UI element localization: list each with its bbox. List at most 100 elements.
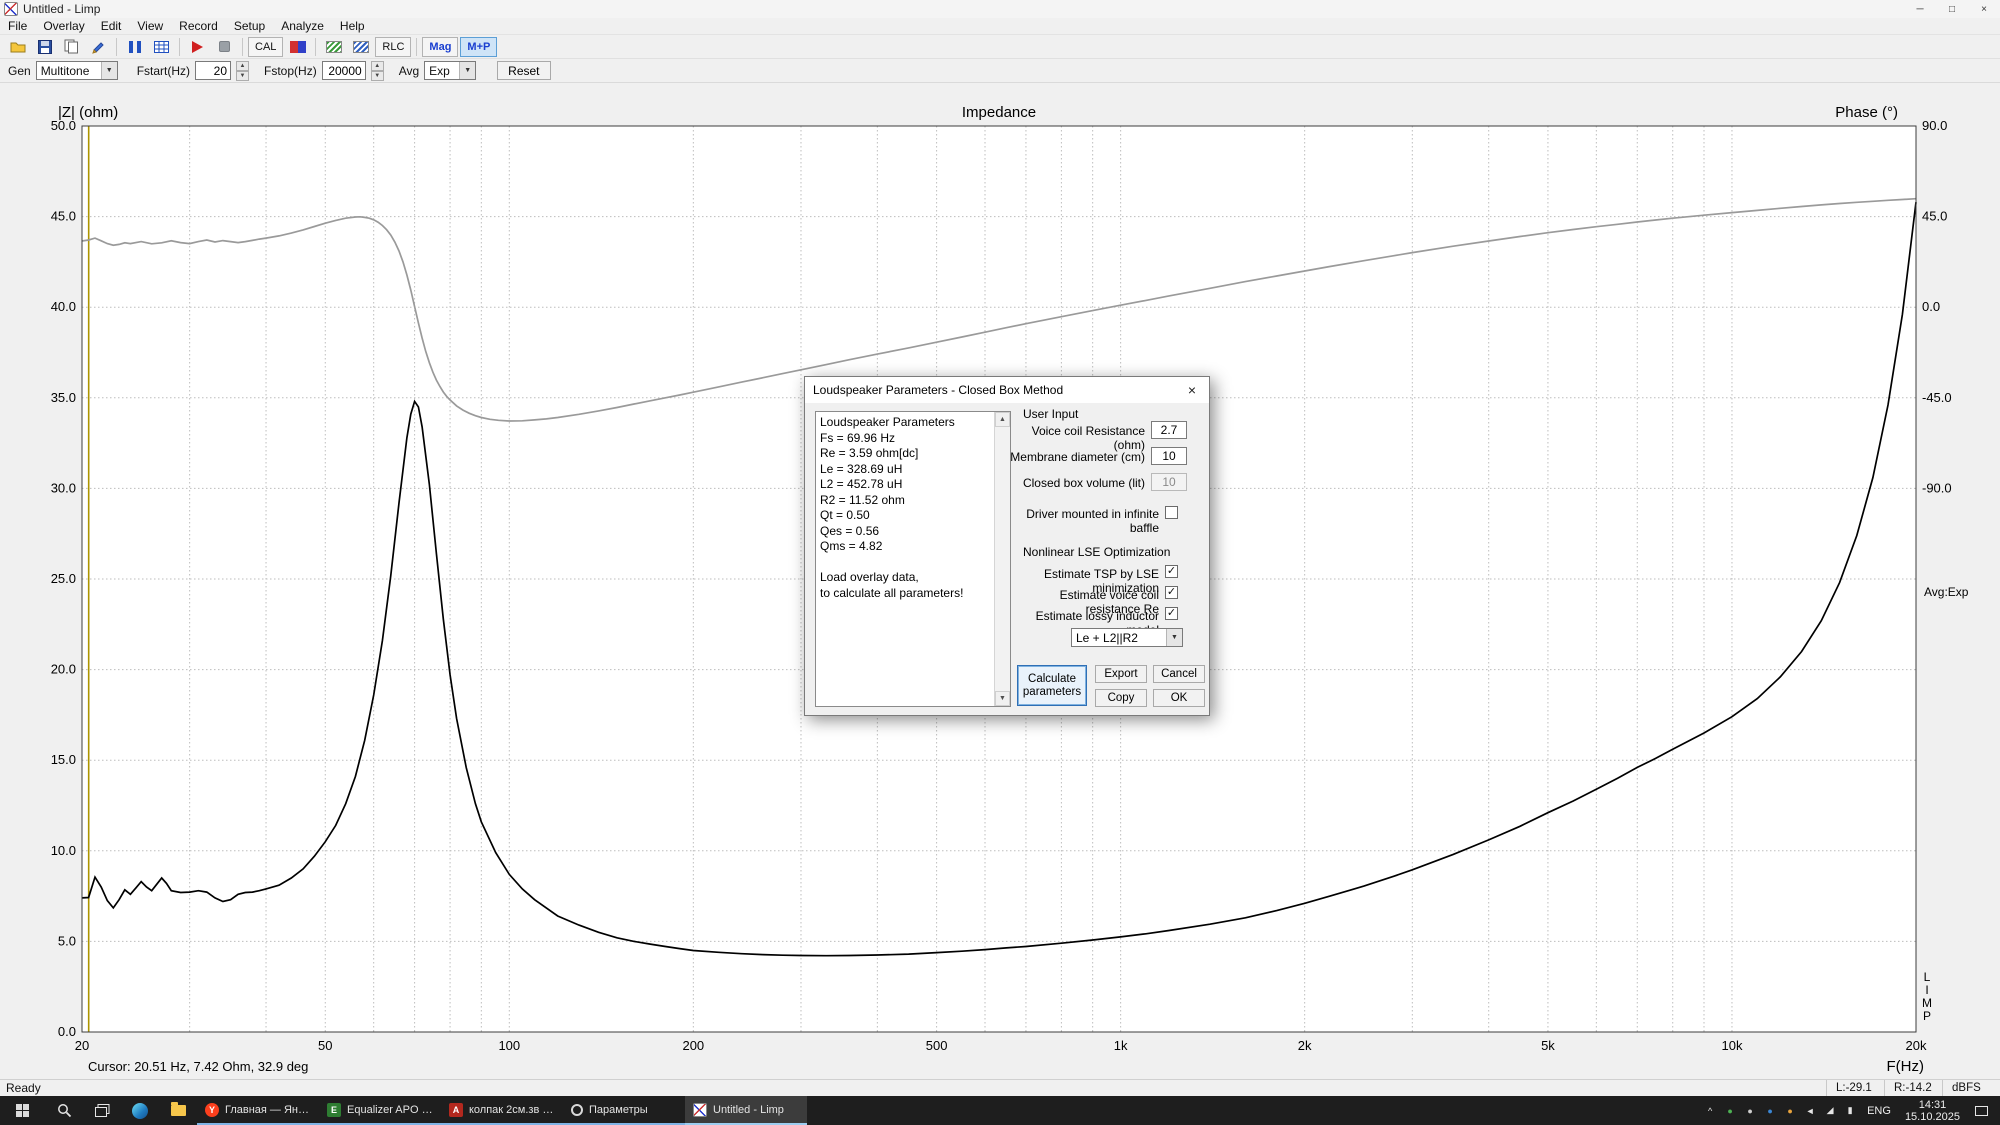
membrane-diameter-input[interactable] <box>1151 447 1187 465</box>
floppy-disk-icon <box>38 40 52 54</box>
battery-icon[interactable]: ▮ <box>1840 1096 1860 1125</box>
tray-icons: ^●●●●◄◢▮ <box>1700 1096 1860 1125</box>
volume-icon[interactable]: ◄ <box>1800 1096 1820 1125</box>
cancel-button[interactable]: Cancel <box>1153 665 1205 683</box>
notification-icon <box>1975 1106 1988 1116</box>
gen-label: Gen <box>8 64 31 78</box>
export-button[interactable]: Export <box>1095 665 1147 683</box>
chevron-down-icon: ▼ <box>101 62 117 79</box>
spin-down-icon[interactable]: ▼ <box>236 71 249 81</box>
open-file-button[interactable] <box>4 36 31 57</box>
parameter-line: to calculate all parameters! <box>820 586 992 602</box>
copy-button[interactable] <box>58 36 85 57</box>
left-axis-tick: 30.0 <box>51 480 76 495</box>
taskbar-app-limp[interactable]: Untitled - Limp <box>685 1096 807 1125</box>
generator-type-select[interactable]: Multitone ▼ <box>36 61 118 80</box>
language-indicator[interactable]: ENG <box>1860 1105 1898 1117</box>
scroll-up-icon[interactable]: ▲ <box>995 412 1010 427</box>
taskbar-app-settings[interactable]: Параметры <box>563 1096 685 1125</box>
averaging-select[interactable]: Exp ▼ <box>424 61 476 80</box>
magnitude-phase-view-button[interactable]: M+P <box>460 37 497 57</box>
system-tray: ^●●●●◄◢▮ ENG 14:31 15.10.2025 <box>1700 1096 2000 1125</box>
fstop-spinner[interactable]: ▲▼ <box>371 61 384 80</box>
action-center-button[interactable] <box>1967 1106 1995 1116</box>
bluetooth-icon[interactable]: ● <box>1760 1096 1780 1125</box>
cloud-icon[interactable]: ● <box>1740 1096 1760 1125</box>
voice-coil-resistance-input[interactable] <box>1151 421 1187 439</box>
fstart-spinner[interactable]: ▲▼ <box>236 61 249 80</box>
arta-icon: A <box>449 1103 463 1117</box>
parameter-line: R2 = 11.52 ohm <box>820 493 992 509</box>
update-icon[interactable]: ● <box>1780 1096 1800 1125</box>
dialog-close-button[interactable]: × <box>1175 377 1209 403</box>
window-titlebar[interactable]: Untitled - Limp ─ □ × <box>0 0 2000 18</box>
taskbar-clock[interactable]: 14:31 15.10.2025 <box>1898 1099 1967 1123</box>
inductor-model-select[interactable]: Le + L2||R2 ▼ <box>1071 628 1183 647</box>
calculate-parameters-button[interactable]: Calculate parameters <box>1017 665 1087 706</box>
maximize-button[interactable]: □ <box>1936 0 1968 18</box>
antivirus-icon[interactable]: ● <box>1720 1096 1740 1125</box>
infinite-baffle-label: Driver mounted in infinite baffle <box>1009 507 1159 535</box>
step-response-button[interactable] <box>347 36 374 57</box>
status-left-level: L:-29.1 <box>1826 1080 1884 1096</box>
menu-view[interactable]: View <box>129 18 171 34</box>
task-view-button[interactable] <box>83 1096 121 1125</box>
left-axis-tick: 25.0 <box>51 571 76 586</box>
minimize-button[interactable]: ─ <box>1904 0 1936 18</box>
desktop: Untitled - Limp ─ □ × FileOverlayEditVie… <box>0 0 2000 1125</box>
spectrum-view-button[interactable] <box>320 36 347 57</box>
menu-edit[interactable]: Edit <box>93 18 130 34</box>
parameters-listbox[interactable]: Loudspeaker ParametersFs = 69.96 HzRe = … <box>815 411 1011 707</box>
fstop-input[interactable] <box>322 61 366 80</box>
menu-overlay[interactable]: Overlay <box>35 18 92 34</box>
ok-button[interactable]: OK <box>1153 689 1205 707</box>
infinite-baffle-checkbox[interactable] <box>1165 506 1178 519</box>
menu-help[interactable]: Help <box>332 18 373 34</box>
left-axis-tick: 10.0 <box>51 843 76 858</box>
toolbar-separator <box>116 38 117 56</box>
estimate-inductor-checkbox[interactable]: ✓ <box>1165 607 1178 620</box>
menu-file[interactable]: File <box>0 18 35 34</box>
x-axis-tick: 50 <box>318 1038 332 1053</box>
scroll-down-icon[interactable]: ▼ <box>995 691 1010 706</box>
fstart-input[interactable] <box>195 61 231 80</box>
pause-button[interactable] <box>121 36 148 57</box>
start-measurement-button[interactable] <box>184 36 211 57</box>
copy-button[interactable]: Copy <box>1095 689 1147 707</box>
spin-up-icon[interactable]: ▲ <box>236 61 249 71</box>
close-button[interactable]: × <box>1968 0 2000 18</box>
stop-icon <box>219 41 230 52</box>
magnitude-view-button[interactable]: Mag <box>422 37 458 57</box>
save-file-button[interactable] <box>31 36 58 57</box>
toolbar-separator <box>315 38 316 56</box>
taskbar-pinned-explorer[interactable] <box>159 1096 197 1125</box>
blue-hatch-icon <box>353 41 369 53</box>
estimate-tsp-checkbox[interactable]: ✓ <box>1165 565 1178 578</box>
spin-down-icon[interactable]: ▼ <box>371 71 384 81</box>
taskbar-app-yandex[interactable]: YГлавная — Яндекс... <box>197 1096 319 1125</box>
menu-setup[interactable]: Setup <box>226 18 273 34</box>
network-icon[interactable]: ◢ <box>1820 1096 1840 1125</box>
estimate-re-checkbox[interactable]: ✓ <box>1165 586 1178 599</box>
reset-button[interactable]: Reset <box>497 61 550 80</box>
rlc-button[interactable]: RLC <box>375 37 411 57</box>
data-table-button[interactable] <box>148 36 175 57</box>
x-axis-tick: 20k <box>1906 1038 1927 1053</box>
menu-analyze[interactable]: Analyze <box>273 18 332 34</box>
taskbar-pinned-edge[interactable] <box>121 1096 159 1125</box>
start-button[interactable] <box>0 1096 45 1125</box>
listbox-scrollbar[interactable]: ▲ ▼ <box>994 412 1010 706</box>
taskbar-app-arta[interactable]: Aколпак 2см.зв - Arta <box>441 1096 563 1125</box>
menu-record[interactable]: Record <box>171 18 226 34</box>
edit-button[interactable] <box>85 36 112 57</box>
calibrate-button[interactable]: CAL <box>248 37 283 57</box>
folder-open-icon <box>10 40 26 53</box>
overlay-compare-button[interactable] <box>284 36 311 57</box>
taskbar-app-equalizer[interactable]: EEqualizer APO 1.4.1... <box>319 1096 441 1125</box>
stop-measurement-button[interactable] <box>211 36 238 57</box>
spin-up-icon[interactable]: ▲ <box>371 61 384 71</box>
dialog-titlebar[interactable]: Loudspeaker Parameters - Closed Box Meth… <box>805 377 1209 403</box>
search-button[interactable] <box>45 1096 83 1125</box>
toolbar-separator <box>179 38 180 56</box>
chevron-up-icon[interactable]: ^ <box>1700 1096 1720 1125</box>
